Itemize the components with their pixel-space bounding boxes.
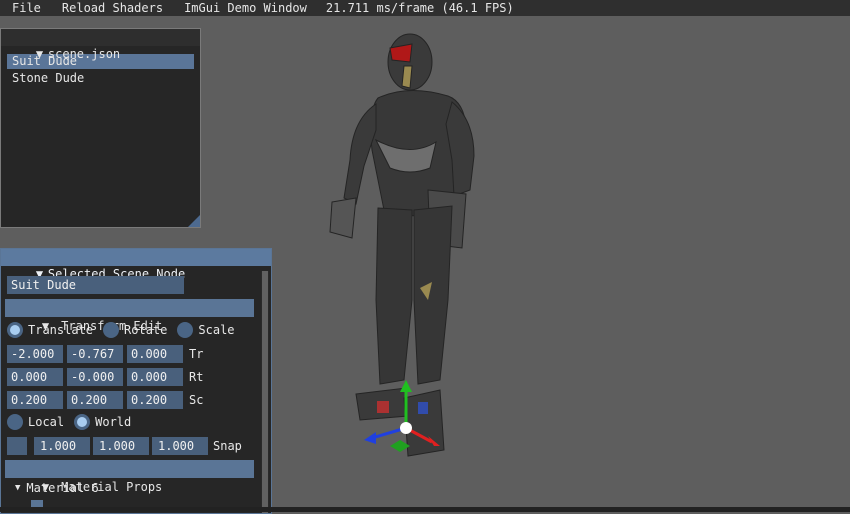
scale-label: Sc	[189, 393, 204, 407]
node-panel-scrollbar[interactable]	[261, 271, 269, 513]
scale-x-field[interactable]: 0.200	[7, 391, 63, 409]
node-panel-title[interactable]: ▼ Selected Scene Node	[1, 249, 271, 281]
snap-x-field[interactable]: 1.000	[34, 437, 90, 455]
translate-z-field[interactable]: 0.000	[127, 345, 183, 363]
scene-item-stone-dude[interactable]: Stone Dude	[7, 71, 194, 86]
snap-label: Snap	[213, 439, 242, 453]
rotate-x-field[interactable]: 0.000	[7, 368, 63, 386]
tree-arrow-icon[interactable]: ▼	[15, 483, 20, 493]
mode-scale[interactable]: Scale	[177, 322, 235, 338]
material-item[interactable]: Material 6	[26, 481, 98, 495]
translate-y-field[interactable]: -0.767	[67, 345, 123, 363]
radio-local[interactable]	[7, 414, 23, 430]
snap-toggle[interactable]	[7, 437, 27, 455]
character-model	[329, 33, 475, 457]
status-strip	[0, 507, 850, 512]
transform-edit-header[interactable]: ▼ Transform Edit	[5, 299, 254, 333]
mode-translate-label: Translate	[28, 323, 94, 337]
node-name-input[interactable]: Suit Dude	[7, 276, 184, 294]
translate-label: Tr	[189, 347, 204, 361]
resize-grip-icon[interactable]	[188, 215, 200, 227]
space-local[interactable]: Local	[7, 414, 64, 430]
menu-imgui-demo[interactable]: ImGui Demo Window	[172, 0, 316, 16]
rotate-label: Rt	[189, 370, 204, 384]
menu-reload-shaders[interactable]: Reload Shaders	[50, 0, 172, 16]
mode-translate[interactable]: Translate	[7, 322, 93, 338]
frame-stats: 21.711 ms/frame (46.1 FPS)	[325, 1, 514, 15]
scene-panel: ▼scene.json Suit Dude Stone Dude	[0, 28, 201, 228]
menu-bar: File Reload Shaders ImGui Demo Window 21…	[0, 0, 850, 16]
space-local-label: Local	[28, 415, 65, 429]
snap-y-field[interactable]: 1.000	[93, 437, 149, 455]
radio-translate[interactable]	[7, 322, 23, 338]
scrollbar-thumb[interactable]	[262, 271, 268, 513]
node-panel: ▼ Selected Scene Node Suit Dude ▼ Transfo…	[0, 248, 272, 514]
space-world[interactable]: World	[74, 414, 131, 430]
scale-z-field[interactable]: 0.200	[127, 391, 183, 409]
radio-world[interactable]	[74, 414, 91, 430]
space-world-label: World	[95, 415, 132, 429]
mode-scale-label: Scale	[198, 323, 235, 337]
scene-panel-title[interactable]: ▼scene.json	[1, 29, 200, 61]
mode-rotate[interactable]: Rotate	[103, 322, 167, 338]
scale-y-field[interactable]: 0.200	[67, 391, 123, 409]
material-props-header[interactable]: ▼ Material Props	[5, 460, 254, 494]
snap-z-field[interactable]: 1.000	[152, 437, 208, 455]
mode-rotate-label: Rotate	[124, 323, 168, 337]
radio-scale[interactable]	[177, 322, 194, 338]
menu-file[interactable]: File	[0, 0, 50, 16]
rotate-y-field[interactable]: -0.000	[67, 368, 123, 386]
rotate-z-field[interactable]: 0.000	[127, 368, 183, 386]
radio-rotate[interactable]	[103, 322, 120, 338]
translate-x-field[interactable]: -2.000	[7, 345, 63, 363]
